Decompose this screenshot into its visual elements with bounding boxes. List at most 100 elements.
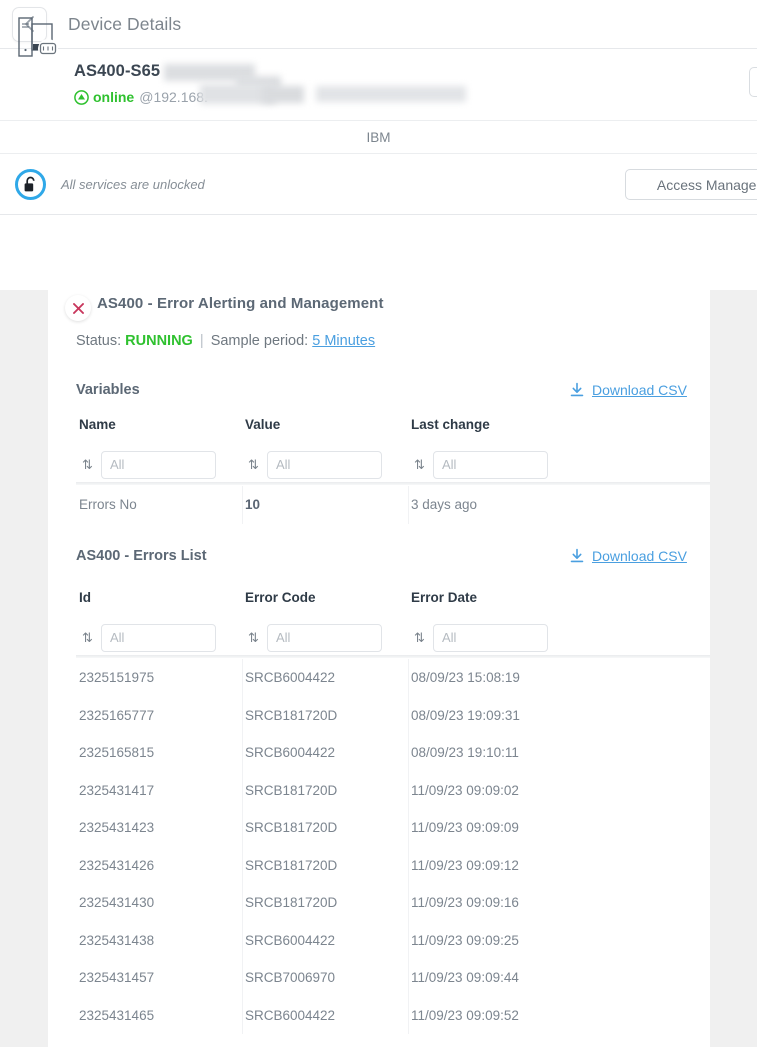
- status-label: Status:: [76, 333, 122, 349]
- content-area: AS400 - Error Alerting and Management St…: [0, 290, 757, 1047]
- variables-download-csv-link[interactable]: Download CSV: [569, 382, 710, 398]
- sort-updown-icon-id[interactable]: ⇅: [79, 630, 96, 646]
- errors-filter-row: ⇅ ⇅ ⇅: [76, 616, 710, 659]
- top-bar: Device Details: [0, 0, 757, 49]
- cell-id: 2325431426: [79, 857, 155, 873]
- sort-updown-icon-error-code[interactable]: ⇅: [245, 630, 262, 646]
- close-script-button[interactable]: [65, 295, 91, 321]
- cell-error-date: 08/09/23 19:10:11: [411, 745, 519, 761]
- download-icon: [570, 382, 584, 397]
- table-row[interactable]: 2325431438 SRCB6004422 11/09/23 09:09:25: [76, 921, 710, 959]
- cell-error-code: SRCB181720D: [245, 895, 338, 911]
- script-title: AS400 - Error Alerting and Management: [97, 295, 384, 312]
- errors-section-title: AS400 - Errors List: [76, 548, 207, 564]
- sort-updown-icon-name[interactable]: ⇅: [79, 457, 96, 473]
- access-status-text: All services are unlocked: [61, 177, 205, 192]
- tab-bar: Info Connect Alerts History SNMP TCP Int…: [0, 215, 757, 503]
- cell-error-code: SRCB6004422: [245, 670, 336, 686]
- cell-id: 2325431417: [79, 782, 155, 798]
- cell-error-code: SRCB181720D: [245, 782, 338, 798]
- cell-error-date: 08/09/23 15:08:19: [411, 670, 520, 686]
- column-header-error-code: Error Code: [245, 590, 316, 605]
- table-row[interactable]: 2325165815 SRCB6004422 08/09/23 19:10:11: [76, 734, 710, 772]
- sort-updown-icon-last-change[interactable]: ⇅: [411, 457, 428, 473]
- cell-value: 10: [245, 497, 261, 513]
- server-device-icon: [18, 17, 58, 59]
- cell-error-date: 11/09/23 09:09:52: [411, 1007, 519, 1023]
- errors-table-header: Id Error Code Error Date ⇅ ⇅ ⇅: [76, 590, 710, 659]
- variables-section-title: Variables: [76, 382, 140, 398]
- column-header-name: Name: [79, 417, 116, 432]
- variables-table-header: Name Value Last change ⇅ ⇅ ⇅: [76, 417, 710, 486]
- filter-input-last-change[interactable]: [433, 450, 548, 479]
- errors-download-csv-link[interactable]: Download CSV: [569, 548, 710, 564]
- table-row[interactable]: 2325151975 SRCB6004422 08/09/23 15:08:19: [76, 659, 710, 697]
- device-header: [0, 49, 757, 121]
- cell-error-date: 11/09/23 09:09:02: [411, 782, 519, 798]
- device-status-line: online @192.168.: [74, 89, 208, 105]
- cell-id: 2325165777: [79, 707, 155, 723]
- device-ip: @192.168.: [139, 89, 208, 105]
- cell-name: Errors No: [79, 497, 137, 513]
- cell-error-code: SRCB6004422: [245, 745, 336, 761]
- cell-id: 2325431465: [79, 1007, 155, 1023]
- filter-input-error-code[interactable]: [267, 623, 382, 652]
- variables-filter-row: ⇅ ⇅ ⇅: [76, 443, 710, 486]
- script-card: AS400 - Error Alerting and Management St…: [48, 290, 710, 1047]
- vendor-name: IBM: [366, 129, 391, 145]
- device-name: AS400-S65: [74, 62, 161, 80]
- cell-error-code: SRCB181720D: [245, 707, 338, 723]
- sort-updown-icon-error-date[interactable]: ⇅: [411, 630, 428, 646]
- table-row[interactable]: 2325431430 SRCB181720D 11/09/23 09:09:16: [76, 884, 710, 922]
- table-row[interactable]: 2325431457 SRCB7006970 11/09/23 09:09:44: [76, 959, 710, 997]
- cell-error-code: SRCB181720D: [245, 820, 338, 836]
- variables-table-body: Errors No 10 3 days ago: [76, 482, 710, 524]
- table-row[interactable]: 2325431417 SRCB181720D 11/09/23 09:09:02: [76, 771, 710, 809]
- sample-period-label: Sample period:: [210, 333, 309, 349]
- cell-error-code: SRCB181720D: [245, 857, 338, 873]
- filter-input-error-date[interactable]: [433, 623, 548, 652]
- cell-last-change: 3 days ago: [411, 497, 478, 513]
- column-header-error-date: Error Date: [411, 590, 478, 605]
- cell-error-code: SRCB7006970: [245, 970, 336, 986]
- cell-id: 2325165815: [79, 745, 155, 761]
- script-status-line: Status: RUNNING | Sample period: 5 Minut…: [76, 333, 375, 349]
- vendor-row: IBM: [0, 121, 757, 154]
- cell-error-date: 11/09/23 09:09:12: [411, 857, 519, 873]
- page-title: Device Details: [68, 13, 182, 34]
- sample-period-value[interactable]: 5 Minutes: [312, 333, 375, 349]
- status-separator: |: [199, 333, 204, 349]
- filter-input-id[interactable]: [101, 623, 216, 652]
- download-icon: [570, 548, 584, 563]
- column-header-id: Id: [79, 590, 91, 605]
- status-text: online: [93, 89, 135, 105]
- table-separator: [76, 482, 710, 485]
- device-action-button[interactable]: [749, 67, 757, 97]
- cell-id: 2325151975: [79, 670, 155, 686]
- status-badge: RUNNING: [125, 333, 193, 349]
- cell-error-date: 11/09/23 09:09:09: [411, 820, 519, 836]
- redaction-block: [316, 86, 466, 102]
- access-manager-button[interactable]: Access Manager: [625, 169, 757, 200]
- cell-error-date: 08/09/23 19:09:31: [411, 707, 520, 723]
- download-csv-label: Download CSV: [592, 382, 687, 398]
- cell-error-date: 11/09/23 09:09:25: [411, 932, 519, 948]
- table-row[interactable]: 2325165777 SRCB181720D 08/09/23 19:09:31: [76, 696, 710, 734]
- cell-id: 2325431457: [79, 970, 155, 986]
- table-separator: [76, 655, 710, 658]
- sort-updown-icon-value[interactable]: ⇅: [245, 457, 262, 473]
- online-arrow-icon: [74, 89, 89, 105]
- table-row[interactable]: 2325431423 SRCB181720D 11/09/23 09:09:09: [76, 809, 710, 847]
- table-row[interactable]: 2325431426 SRCB181720D 11/09/23 09:09:12: [76, 846, 710, 884]
- column-header-last-change: Last change: [411, 417, 490, 432]
- table-row[interactable]: 2325431465 SRCB6004422 11/09/23 09:09:52: [76, 996, 710, 1034]
- filter-input-value[interactable]: [267, 450, 382, 479]
- cell-error-date: 11/09/23 09:09:16: [411, 895, 519, 911]
- cell-error-code: SRCB6004422: [245, 932, 336, 948]
- filter-input-name[interactable]: [101, 450, 216, 479]
- download-csv-label: Download CSV: [592, 548, 687, 564]
- table-row[interactable]: Errors No 10 3 days ago: [76, 486, 710, 524]
- column-header-value: Value: [245, 417, 281, 432]
- cell-id: 2325431438: [79, 932, 155, 948]
- close-x-icon: [72, 302, 84, 314]
